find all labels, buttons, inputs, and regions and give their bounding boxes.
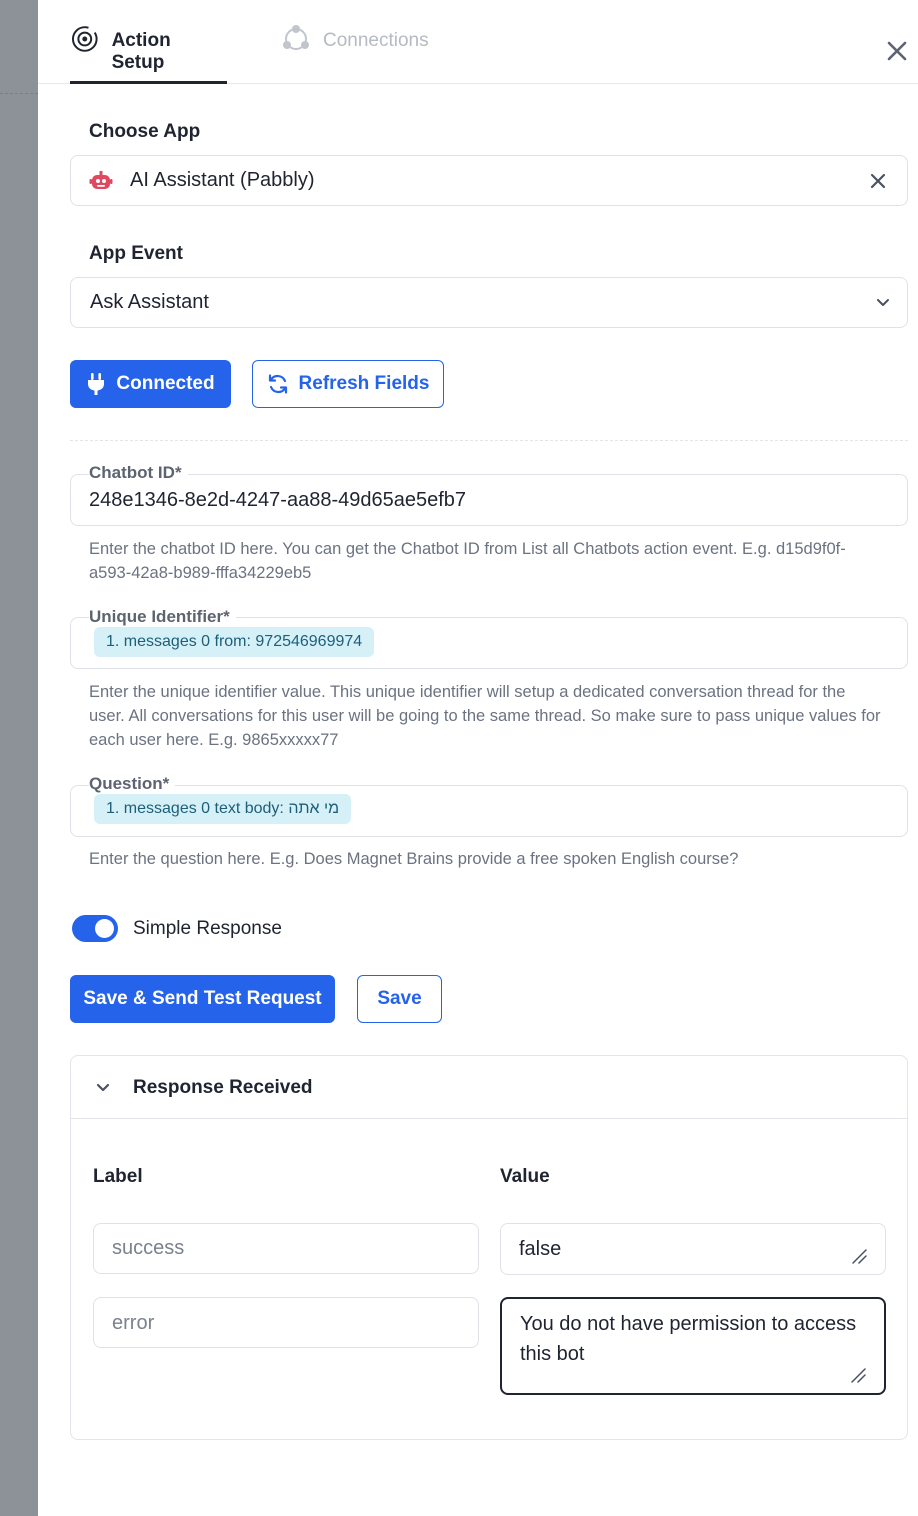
resize-handle-icon[interactable] bbox=[851, 1248, 867, 1264]
app-event-label: App Event bbox=[89, 243, 183, 264]
response-label-field[interactable]: error bbox=[93, 1297, 479, 1348]
response-value-line: this bot bbox=[520, 1343, 585, 1365]
page-backdrop bbox=[0, 0, 38, 1516]
choose-app-select[interactable]: AI Assistant (Pabbly) bbox=[70, 155, 908, 206]
app-event-select[interactable]: Ask Assistant bbox=[70, 277, 908, 328]
chevron-down-icon bbox=[877, 299, 889, 306]
choose-app-value: AI Assistant (Pabbly) bbox=[130, 169, 315, 191]
clear-icon[interactable] bbox=[870, 173, 886, 189]
tab-action-setup-label: Action Setup bbox=[111, 30, 171, 73]
app-event-value: Ask Assistant bbox=[90, 291, 209, 313]
label-column-header: Label bbox=[93, 1166, 143, 1187]
unique-identifier-label-text: Unique Identifier bbox=[89, 607, 224, 626]
simple-response-label: Simple Response bbox=[133, 918, 282, 939]
response-received-header[interactable]: Response Received bbox=[71, 1056, 907, 1119]
unique-identifier-help-line: user. All conversations for this user wi… bbox=[89, 707, 881, 725]
refresh-fields-label: Refresh Fields bbox=[298, 373, 430, 394]
connections-icon bbox=[283, 25, 309, 50]
response-label-text: success bbox=[112, 1237, 185, 1259]
response-value-field[interactable]: You do not have permission to access thi… bbox=[500, 1297, 886, 1395]
chatbot-id-help-line: a593-42a8-b989-fffa34229eb5 bbox=[89, 564, 312, 582]
mapped-field-chip[interactable]: 1. messages 0 text body: מי אתה bbox=[94, 794, 352, 824]
chatbot-id-label: Chatbot ID* bbox=[89, 463, 188, 483]
response-value-text: You do not have permission to access thi… bbox=[520, 1309, 856, 1369]
mapped-field-chip[interactable]: 1. messages 0 from: 972546969974 bbox=[94, 627, 375, 657]
unique-identifier-help: Enter the unique identifier value. This … bbox=[89, 680, 881, 752]
section-divider bbox=[70, 440, 908, 441]
chatbot-id-help-line: Enter the chatbot ID here. You can get t… bbox=[89, 540, 846, 558]
gear-cycle-icon bbox=[71, 26, 98, 52]
chatbot-id-field[interactable]: 248e1346-8e2d-4247-aa88-49d65ae5efb7 bbox=[70, 474, 908, 526]
response-received-title: Response Received bbox=[133, 1077, 313, 1098]
chatbot-id-value: 248e1346-8e2d-4247-aa88-49d65ae5efb7 bbox=[89, 489, 467, 511]
tab-connections[interactable]: Connections bbox=[281, 25, 429, 84]
response-value-line: You do not have permission to access bbox=[520, 1313, 857, 1335]
unique-identifier-help-line: Enter the unique identifier value. This … bbox=[89, 683, 846, 701]
response-label-field[interactable]: success bbox=[93, 1223, 479, 1274]
resize-handle-icon[interactable] bbox=[850, 1367, 866, 1383]
toggle-knob bbox=[95, 919, 114, 938]
plug-icon bbox=[88, 373, 105, 395]
response-value-field[interactable]: false bbox=[500, 1223, 886, 1275]
tab-bar: Action Setup Connections bbox=[38, 0, 918, 84]
connected-button[interactable]: Connected bbox=[70, 360, 231, 408]
refresh-icon bbox=[268, 374, 287, 394]
chatbot-id-label-text: Chatbot ID bbox=[89, 463, 175, 482]
save-send-test-button[interactable]: Save & Send Test Request bbox=[70, 975, 335, 1023]
connected-label: Connected bbox=[116, 373, 215, 394]
robot-icon bbox=[89, 171, 113, 189]
simple-response-toggle[interactable] bbox=[72, 915, 118, 942]
unique-identifier-help-line: each user here. E.g. 9865xxxxx77 bbox=[89, 731, 339, 749]
question-label-text: Question bbox=[89, 774, 163, 793]
refresh-fields-button[interactable]: Refresh Fields bbox=[252, 360, 444, 408]
response-received-panel: Response Received Label Value success fa… bbox=[70, 1055, 908, 1440]
unique-identifier-label: Unique Identifier* bbox=[89, 607, 236, 627]
value-column-header: Value bbox=[500, 1166, 550, 1187]
required-mark: * bbox=[223, 607, 230, 626]
tab-action-setup[interactable]: Action Setup bbox=[70, 26, 227, 84]
response-value-text: false bbox=[519, 1238, 562, 1260]
save-button[interactable]: Save bbox=[357, 975, 442, 1023]
tab-connections-label: Connections bbox=[323, 30, 429, 51]
choose-app-label: Choose App bbox=[89, 121, 201, 142]
required-mark: * bbox=[174, 463, 182, 482]
question-help: Enter the question here. E.g. Does Magne… bbox=[89, 850, 739, 868]
action-setup-panel: Action Setup Connections Choose App AI A… bbox=[38, 0, 918, 1516]
response-label-text: error bbox=[112, 1312, 155, 1334]
question-label: Question* bbox=[89, 774, 176, 794]
chevron-down-icon bbox=[96, 1083, 110, 1092]
required-mark: * bbox=[162, 774, 170, 793]
close-icon[interactable] bbox=[884, 38, 910, 64]
chatbot-id-help: Enter the chatbot ID here. You can get t… bbox=[89, 537, 846, 585]
backdrop-divider bbox=[0, 93, 38, 94]
